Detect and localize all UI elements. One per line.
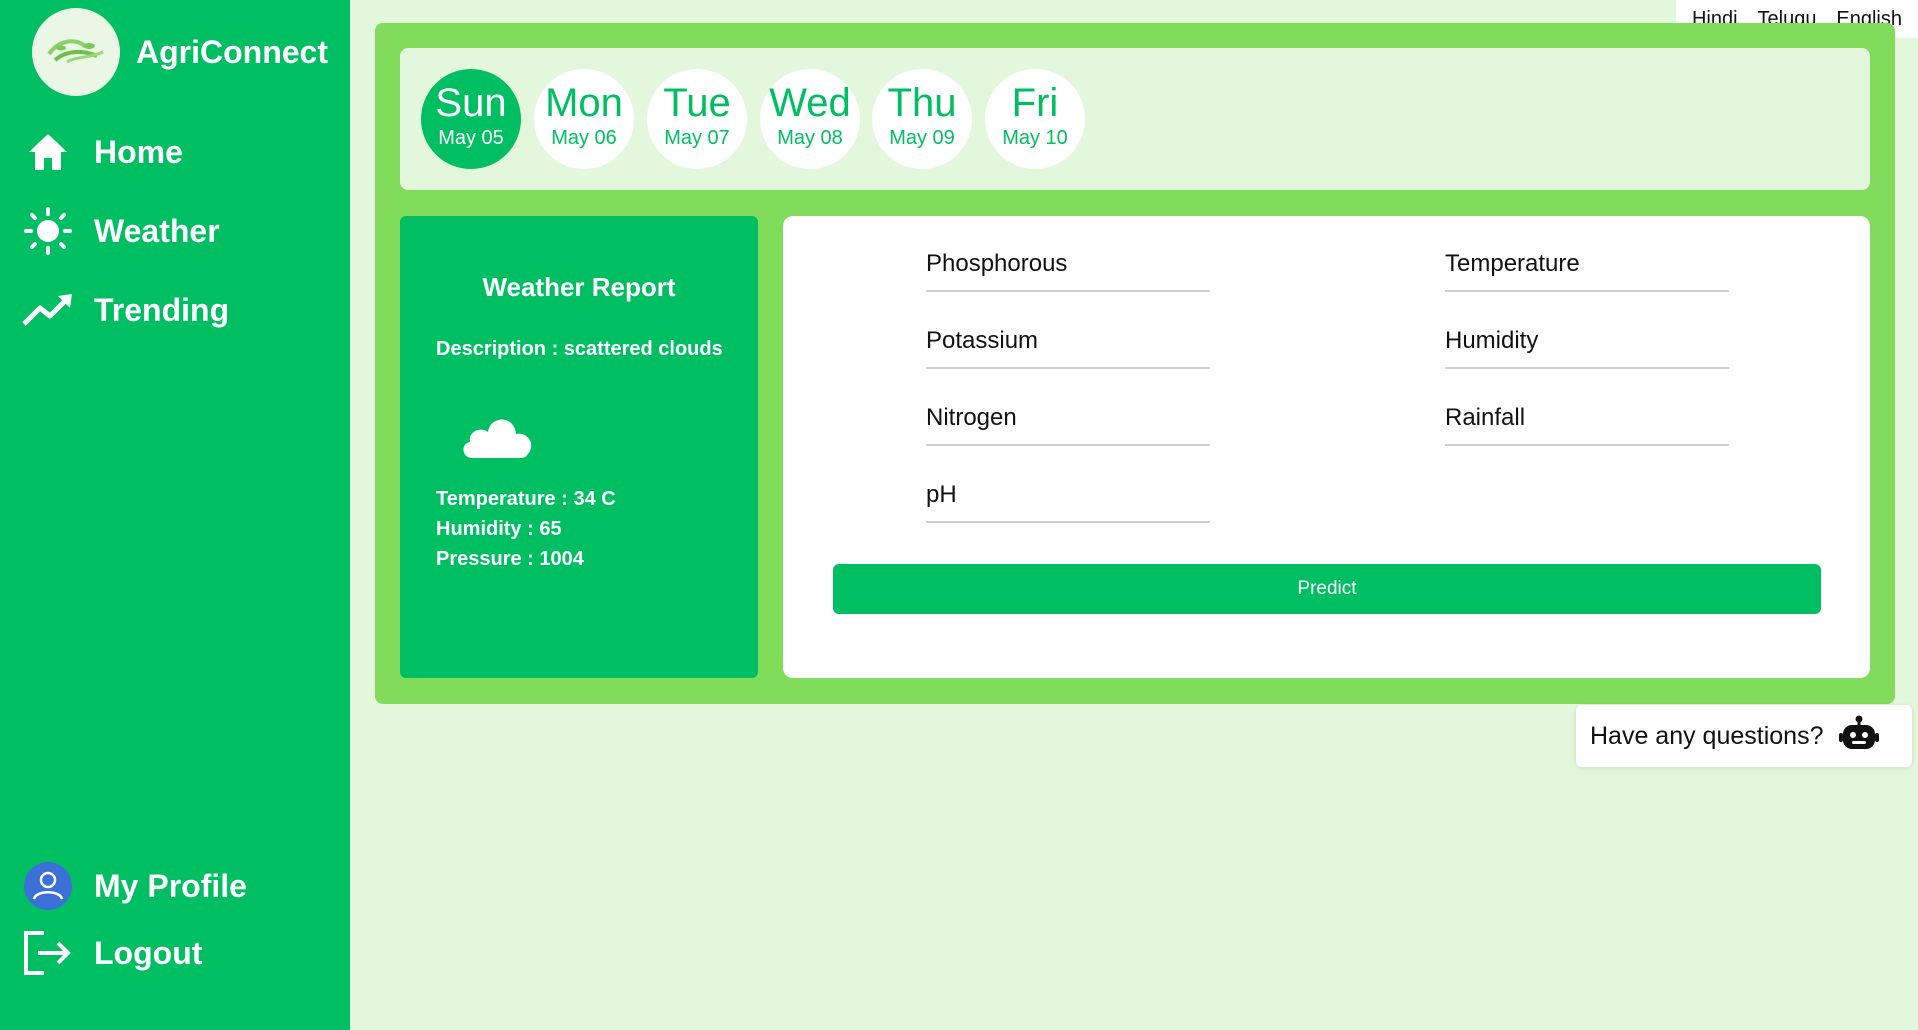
weather-temperature: Temperature : 34 C — [436, 488, 616, 510]
nav-profile-label: My Profile — [94, 867, 247, 904]
crop-prediction-form: Phosphorous Potassium Nitrogen pH Temper… — [783, 216, 1870, 678]
rainfall-field[interactable]: Rainfall — [1445, 394, 1729, 446]
chat-prompt: Have any questions? — [1590, 721, 1824, 750]
day-selector: Sun May 05 Mon May 06 Tue May 07 Wed May… — [400, 48, 1870, 190]
nav-trending-label: Trending — [94, 291, 230, 328]
nav-home[interactable]: Home — [20, 128, 183, 176]
day-date: May 10 — [1002, 127, 1068, 149]
avatar — [20, 862, 76, 910]
ph-field[interactable]: pH — [926, 471, 1210, 523]
weather-report-title: Weather Report — [482, 272, 676, 302]
temperature-field[interactable]: Temperature — [1445, 240, 1729, 292]
day-date: May 09 — [889, 127, 955, 149]
main-panel: Sun May 05 Mon May 06 Tue May 07 Wed May… — [375, 23, 1895, 704]
day-wed[interactable]: Wed May 08 — [760, 69, 860, 169]
weather-humidity: Humidity : 65 — [436, 518, 562, 540]
day-thu[interactable]: Thu May 09 — [872, 69, 972, 169]
sun-icon — [20, 207, 76, 255]
brand-name: AgriConnect — [136, 33, 328, 70]
day-name: Wed — [769, 81, 851, 125]
day-date: May 07 — [664, 127, 730, 149]
phosphorous-field[interactable]: Phosphorous — [926, 240, 1210, 292]
agriconnect-logo — [32, 8, 120, 96]
day-name: Mon — [545, 81, 623, 125]
day-name: Thu — [887, 81, 957, 125]
logout-icon — [20, 929, 76, 977]
predict-button[interactable]: Predict — [833, 564, 1821, 614]
nav-trending[interactable]: Trending — [20, 286, 229, 334]
nav-logout-label: Logout — [94, 934, 203, 971]
day-sun[interactable]: Sun May 05 — [421, 69, 521, 169]
cloud-icon — [458, 406, 538, 467]
day-date: May 08 — [777, 127, 843, 149]
home-icon — [20, 128, 76, 176]
day-name: Tue — [663, 81, 731, 125]
nav-weather[interactable]: Weather — [20, 207, 220, 255]
nav-logout[interactable]: Logout — [20, 929, 202, 977]
nav-home-label: Home — [94, 133, 183, 170]
sidebar: AgriConnect Home Weather Trending My Pro… — [0, 0, 350, 1030]
weather-pressure: Pressure : 1004 — [436, 548, 584, 570]
weather-report-card: Weather Report Description : scattered c… — [400, 216, 758, 678]
humidity-field[interactable]: Humidity — [1445, 317, 1729, 369]
chat-widget[interactable]: Have any questions? — [1576, 705, 1912, 767]
day-name: Fri — [1011, 81, 1059, 125]
day-mon[interactable]: Mon May 06 — [534, 69, 634, 169]
robot-icon — [1839, 715, 1880, 758]
potassium-field[interactable]: Potassium — [926, 317, 1210, 369]
brand[interactable]: AgriConnect — [32, 8, 328, 96]
weather-description: Description : scattered clouds — [436, 338, 723, 360]
nav-profile[interactable]: My Profile — [20, 862, 247, 910]
nitrogen-field[interactable]: Nitrogen — [926, 394, 1210, 446]
trending-icon — [20, 286, 76, 334]
nav-weather-label: Weather — [94, 212, 220, 249]
day-date: May 06 — [551, 127, 617, 149]
day-fri[interactable]: Fri May 10 — [985, 69, 1085, 169]
day-date: May 05 — [438, 127, 504, 149]
day-name: Sun — [435, 81, 507, 125]
day-tue[interactable]: Tue May 07 — [647, 69, 747, 169]
